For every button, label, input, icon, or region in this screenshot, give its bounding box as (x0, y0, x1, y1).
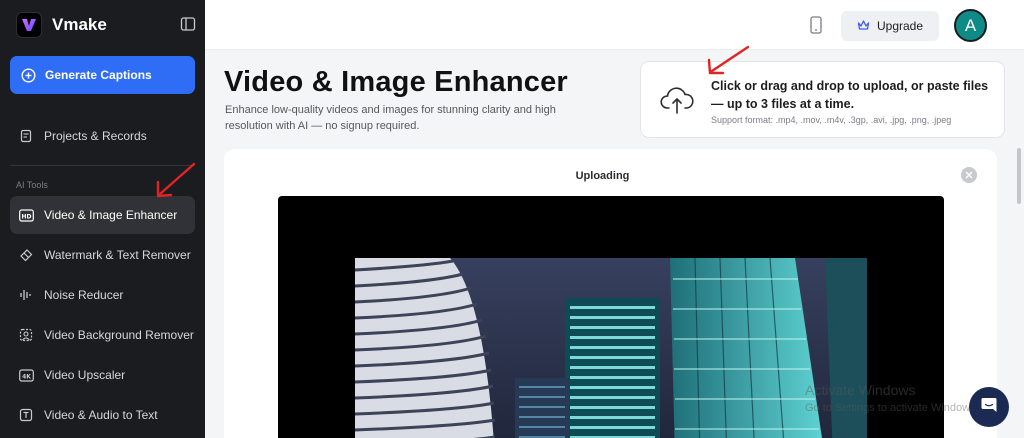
text-icon (18, 407, 34, 423)
annotation-arrow-icon (707, 45, 750, 75)
avatar[interactable]: A (954, 9, 987, 42)
sidebar: Vmake Generate Captions Projects & Recor… (0, 0, 205, 438)
sidebar-item-noise-reducer[interactable]: Noise Reducer (10, 276, 195, 314)
sidebar-item-video-image-enhancer[interactable]: HD Video & Image Enhancer (10, 196, 195, 234)
sidebar-item-projects[interactable]: Projects & Records (10, 117, 195, 155)
mobile-icon[interactable] (810, 16, 822, 39)
brand[interactable]: Vmake (16, 12, 107, 38)
sidebar-item-video-upscaler[interactable]: 4K Video Upscaler (10, 356, 195, 394)
brand-name: Vmake (52, 15, 107, 34)
sidebar-item-label: Noise Reducer (44, 288, 124, 302)
sidebar-item-label: Watermark & Text Remover (44, 248, 191, 262)
sidebar-item-label: Video & Audio to Text (44, 408, 158, 422)
sidebar-item-video-audio-to-text[interactable]: Video & Audio to Text (10, 396, 195, 434)
noise-icon (18, 287, 34, 303)
section-label-ai-tools: AI Tools (16, 180, 48, 190)
chat-support-button[interactable] (969, 387, 1009, 427)
windows-activation-subtitle: Go to Settings to activate Windows. (805, 402, 979, 414)
video-frame-image (355, 258, 867, 438)
cloud-upload-icon (660, 86, 694, 119)
generate-captions-button[interactable]: Generate Captions (10, 56, 195, 94)
upload-dropzone[interactable]: Click or drag and drop to upload, or pas… (640, 61, 1005, 138)
document-icon (18, 128, 34, 144)
annotation-arrow-icon (156, 162, 196, 198)
sidebar-item-label: Video Background Remover (44, 328, 194, 342)
page-scrollbar[interactable] (1017, 148, 1021, 204)
sidebar-item-video-background-remover[interactable]: Video Background Remover (10, 316, 195, 354)
upload-status: Uploading (575, 170, 630, 182)
crown-icon (857, 19, 870, 34)
hd-icon: HD (18, 207, 34, 223)
generate-captions-label: Generate Captions (45, 68, 152, 82)
vmake-logo-icon (16, 12, 42, 38)
upgrade-label: Upgrade (876, 19, 924, 33)
close-icon[interactable] (961, 167, 977, 183)
sidebar-item-label: Video Upscaler (44, 368, 126, 382)
eraser-icon (18, 247, 34, 263)
chat-bubble-icon (980, 396, 998, 419)
sidebar-item-label: Video & Image Enhancer (44, 208, 178, 222)
svg-text:4K: 4K (22, 373, 31, 380)
page-title: Video & Image Enhancer (224, 66, 568, 98)
windows-activation-title: Activate Windows (805, 382, 916, 398)
top-bar: Upgrade A (205, 0, 1024, 50)
sidebar-item-watermark-remover[interactable]: Watermark & Text Remover (10, 236, 195, 274)
background-remove-icon (18, 327, 34, 343)
upgrade-button[interactable]: Upgrade (841, 11, 939, 41)
upload-supported-formats: Support format: .mp4, .mov, .m4v, .3gp, … (711, 115, 952, 125)
plus-circle-icon (20, 67, 36, 83)
4k-icon: 4K (18, 367, 34, 383)
page-subtitle: Enhance low-quality videos and images fo… (225, 104, 556, 132)
svg-text:HD: HD (21, 213, 31, 220)
sidebar-collapse-icon[interactable] (180, 16, 196, 32)
upload-instructions: Click or drag and drop to upload, or pas… (711, 79, 989, 111)
sidebar-item-label: Projects & Records (44, 129, 147, 143)
